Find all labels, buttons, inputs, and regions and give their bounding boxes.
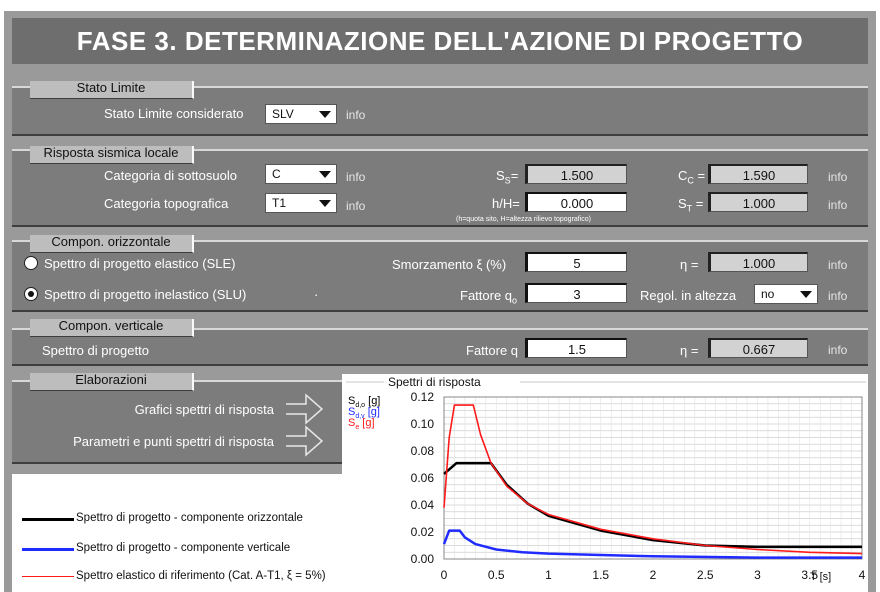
cc-info-link[interactable]: info [828,170,847,184]
st-label: ST = [678,196,704,214]
chevron-down-icon [314,165,336,183]
hH-note: (h=quota sito, H=altezza rilievo topogra… [456,216,592,223]
radio-spettro-elastico-label: Spettro di progetto elastico (SLE) [44,256,236,271]
regol-altezza-label: Regol. in altezza [640,288,737,303]
hH-input[interactable]: 0.000 [525,192,627,212]
fattore-qo-label: Fattore qo [460,288,518,306]
stato-limite-info-link[interactable]: info [346,108,365,122]
cc-label: CC = [678,168,706,186]
categoria-sottosuolo-label: Categoria di sottosuolo [104,168,237,183]
radio-spettro-elastico[interactable] [24,256,38,270]
eta-v-label: η = [680,343,699,358]
ss-value: 1.500 [525,164,627,184]
legend-line-verticale [22,548,74,551]
chevron-down-icon [314,194,336,212]
chevron-down-icon [314,105,336,123]
categoria-topografica-info-link[interactable]: info [346,199,365,213]
grafici-spettri-button[interactable]: Grafici spettri di risposta [16,393,334,425]
regol-altezza-select[interactable]: no [754,284,818,304]
cc-value: 1.590 [708,164,808,184]
categoria-sottosuolo-select[interactable]: C [265,164,337,184]
radio-spettro-inelastico[interactable] [24,287,38,301]
smorzamento-label: Smorzamento ξ (%) [392,257,507,272]
smorzamento-input[interactable]: 5 [525,252,627,272]
section-header-elaborazioni: Elaborazioni [30,373,194,391]
arrow-right-icon [286,393,324,425]
regol-info-link[interactable]: info [828,289,847,303]
parametri-punti-button[interactable]: Parametri e punti spettri di risposta [16,425,334,457]
arrow-right-icon [286,425,324,457]
st-info-link[interactable]: info [828,198,847,212]
separator-dot: · [314,287,319,302]
categoria-topografica-label: Categoria topografica [104,196,229,211]
categoria-topografica-select[interactable]: T1 [265,193,337,213]
section-header-orizzontale: Compon. orizzontale [30,235,194,253]
eta-label: η = [680,257,699,272]
legend-line-orizzontale [22,518,74,521]
chart-area [342,374,868,592]
radio-spettro-inelastico-label: Spettro di progetto inelastico (SLU) [44,287,247,302]
spettro-progetto-label: Spettro di progetto [42,343,149,358]
eta-value: 1.000 [708,252,808,272]
ss-label: SS= [496,168,519,186]
eta-v-info-link[interactable]: info [828,343,847,357]
stato-limite-label: Stato Limite considerato [104,106,244,121]
fattore-q-label: Fattore q [466,343,519,358]
section-header-risposta-sismica: Risposta sismica locale [30,146,194,164]
stato-limite-select[interactable]: SLV [265,104,337,124]
chart-legend: Spettro di progetto - componente orizzon… [12,474,352,592]
legend-line-elastico [22,576,74,577]
section-header-verticale: Compon. verticale [30,319,194,337]
chevron-down-icon [795,285,817,303]
eta-v-value: 0.667 [708,338,808,358]
hH-label: h/H= [492,196,520,211]
eta-info-link[interactable]: info [828,258,847,272]
fattore-q-input[interactable]: 1.5 [525,338,627,358]
st-value: 1.000 [708,192,808,212]
page-title: FASE 3. DETERMINAZIONE DELL'AZIONE DI PR… [12,18,868,64]
section-header-stato-limite: Stato Limite [30,81,194,99]
categoria-sottosuolo-info-link[interactable]: info [346,170,365,184]
fattore-qo-input[interactable]: 3 [525,283,627,303]
